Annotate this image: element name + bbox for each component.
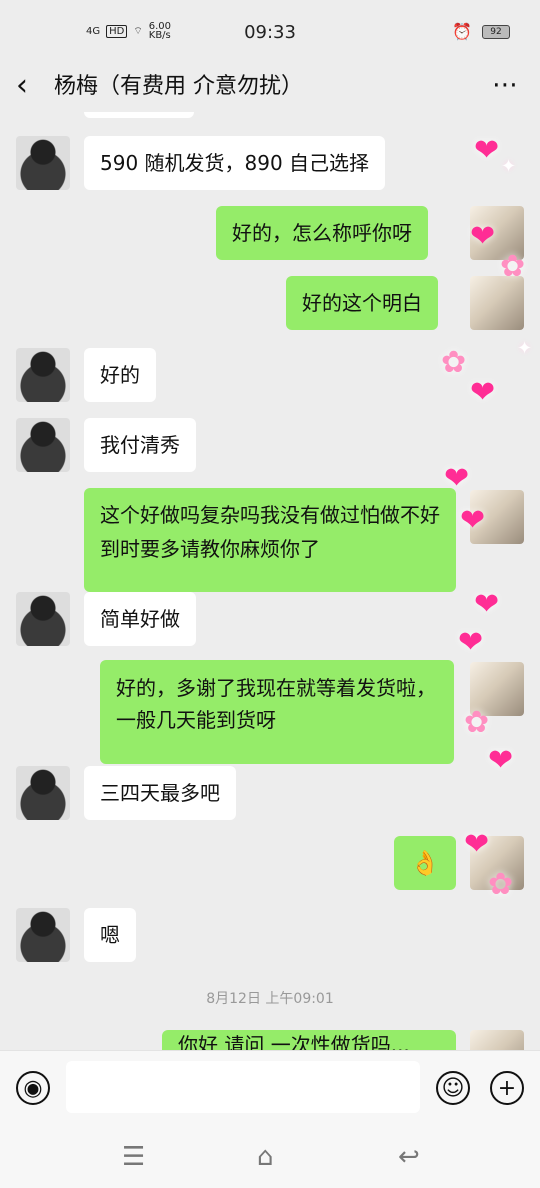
voice-icon[interactable]: ◉	[16, 1071, 50, 1105]
chat-area[interactable]: 590 随机发货，890 自己选择 好的，怎么称呼你呀 好的这个明白 好的 我付…	[0, 112, 540, 1050]
avatar-left-6[interactable]	[16, 908, 70, 962]
more-options-icon[interactable]: ⋯	[492, 70, 518, 100]
sparkle-decoration-2: ✦	[517, 338, 533, 359]
avatar-left-2[interactable]	[16, 348, 70, 402]
heart-decoration-2: ❤	[470, 219, 496, 254]
message-7: 简单好做	[84, 592, 196, 646]
avatar-left-1[interactable]	[16, 136, 70, 190]
message-1: 590 随机发货，890 自己选择	[84, 136, 386, 190]
system-navigation: ☰ ⌂ ↩	[0, 1126, 540, 1188]
message-timestamp: 8月12日 上午09:01	[206, 991, 334, 1007]
message-input[interactable]	[66, 1061, 420, 1113]
heart-decoration-8: ❤	[488, 743, 514, 778]
status-bar: 4G HD ⌔ 6.00 KB/s 09:33 ⏰ 92	[0, 0, 540, 62]
back-nav-icon[interactable]: ↩	[398, 1142, 420, 1172]
heart-decoration-5: ❤	[460, 503, 486, 538]
home-icon[interactable]: ⌂	[257, 1142, 274, 1172]
flower-decoration-2: ✿	[441, 345, 467, 380]
message-2: 好的，怎么称呼你呀	[216, 206, 428, 260]
message-3: 好的这个明白	[286, 276, 438, 330]
partial-top-bubble	[84, 112, 194, 118]
input-bar: ◉ ☺ +	[0, 1050, 540, 1127]
heart-decoration-6: ❤	[474, 587, 500, 622]
avatar-left-3[interactable]	[16, 418, 70, 472]
heart-decoration-9: ❤	[464, 827, 490, 862]
message-6: 这个好做吗复杂吗我没有做过怕做不好到时要多请教你麻烦你了	[84, 488, 456, 592]
flower-decoration-3: ✿	[464, 705, 490, 740]
alarm-icon: ⏰	[452, 22, 472, 41]
status-right: ⏰ 92	[452, 22, 510, 41]
avatar-left-4[interactable]	[16, 592, 70, 646]
heart-decoration-3: ❤	[470, 375, 496, 410]
heart-decoration-4: ❤	[444, 461, 470, 496]
flower-decoration-4: ✿	[488, 867, 514, 902]
avatar-left-5[interactable]	[16, 766, 70, 820]
avatar-right-2[interactable]	[470, 276, 524, 330]
battery-icon: 92	[482, 24, 510, 39]
back-icon[interactable]: ‹	[16, 71, 40, 101]
chat-title: 杨梅（有费用 介意勿扰）	[54, 74, 303, 99]
chat-header: ‹ 杨梅（有费用 介意勿扰） ⋯	[0, 62, 540, 112]
heart-decoration-1: ❤	[474, 133, 500, 168]
sparkle-decoration-1: ✦	[501, 156, 517, 177]
menu-icon[interactable]: ☰	[122, 1142, 145, 1172]
avatar-right-6[interactable]	[470, 1030, 524, 1050]
partial-bottom-message: 你好 请问 一次性做货吗...	[162, 1030, 456, 1050]
message-10: 👌	[394, 836, 456, 890]
message-11: 嗯	[84, 908, 136, 962]
message-4: 好的	[84, 348, 156, 402]
heart-decoration-7: ❤	[458, 625, 484, 660]
message-5: 我付清秀	[84, 418, 196, 472]
plus-icon[interactable]: +	[490, 1071, 524, 1105]
emoji-icon[interactable]: ☺	[436, 1071, 470, 1105]
flower-decoration-1: ✿	[500, 249, 526, 284]
message-8: 好的，多谢了我现在就等着发货啦，一般几天能到货呀	[100, 660, 454, 764]
message-9: 三四天最多吧	[84, 766, 236, 820]
